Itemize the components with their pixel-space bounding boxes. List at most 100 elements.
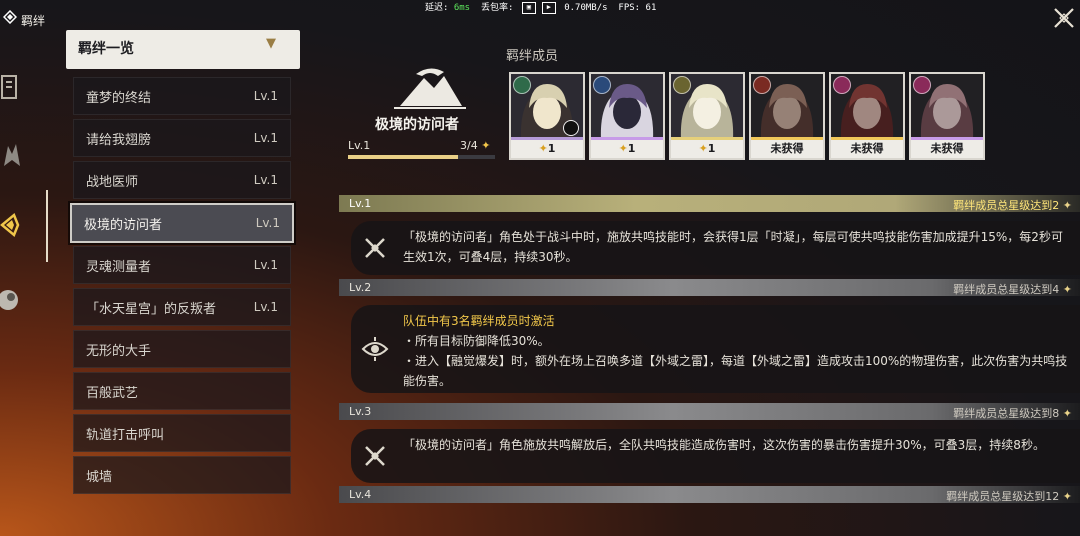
level-description: 「极境的访问者」角色施放共鸣解放后，全队共鸣技能造成伤害时，这次伤害的暴击伤害提… [351, 429, 1080, 483]
level-effect-text: 「极境的访问者」角色施放共鸣解放后，全队共鸣技能造成伤害时，这次伤害的暴击伤害提… [403, 438, 1045, 452]
member-card[interactable]: 未获得 [909, 72, 985, 160]
member-status-text: 1 [547, 142, 556, 155]
level-requirement: 羁绊成员总星级达到2 ✦ [953, 199, 1072, 212]
fps-value: 61 [645, 3, 657, 13]
bond-list-item-level: Lv.1 [253, 173, 278, 187]
star-icon: ✦ [481, 139, 491, 152]
bond-list-item[interactable]: 「水天星宫」的反叛者 Lv.1 [73, 288, 291, 326]
member-status: ✦1 [591, 140, 663, 158]
member-card[interactable]: ✦1 [509, 72, 585, 160]
star-icon: ✦ [1062, 199, 1072, 212]
creature-icon[interactable] [0, 140, 24, 170]
rail-active-indicator [46, 190, 48, 262]
close-x-icon[interactable] [1052, 6, 1076, 30]
level-section-2: Lv.2 羁绊成员总星级达到4 ✦ 队伍中有3名羁绊成员时激活 ・所有目标防御降低30… [339, 279, 1080, 393]
play-icon[interactable]: ▶ [541, 1, 556, 14]
member-card[interactable]: ✦1 [589, 72, 665, 160]
latency-value: 6ms [453, 3, 471, 13]
star-icon: ✦ [1062, 407, 1072, 420]
bond-list-item[interactable]: 战地医师 Lv.1 [73, 161, 291, 199]
ice-element-icon [593, 76, 611, 94]
bond-progress-text: 3/4 ✦ [460, 139, 491, 152]
bond-list-item-level: Lv.1 [253, 300, 278, 314]
bond-list: 童梦的终结 Lv.1 请给我翅膀 Lv.1 战地医师 Lv.1 极境的访问者 Lv.1 灵魂测量… [70, 77, 294, 498]
member-card[interactable]: ✦1 [669, 72, 745, 160]
member-status: ✦1 [671, 140, 743, 158]
bond-list-item-name: 请给我翅膀 [86, 132, 152, 148]
crossed-swords-icon [365, 238, 385, 258]
level-bar: Lv.4 羁绊成员总星级达到12 ✦ [339, 486, 1080, 503]
member-card[interactable]: 未获得 [749, 72, 825, 160]
light-element-icon [673, 76, 691, 94]
sphere-icon[interactable] [0, 285, 24, 315]
star-icon: ✦ [698, 142, 708, 155]
bond-list-item-name: 百般武艺 [86, 385, 139, 401]
bond-star-icon[interactable] [0, 210, 24, 240]
level-effect-text: ・所有目标防御降低30%。 [403, 334, 550, 348]
clock-icon [563, 120, 579, 136]
eye-sigil-icon [361, 337, 389, 361]
bond-progress-fill [348, 155, 459, 159]
bond-emblem-icon [394, 68, 466, 109]
bond-list-item[interactable]: 无形的大手 [73, 330, 291, 368]
bond-level: Lv.1 [348, 139, 371, 152]
level-bar: Lv.1 羁绊成员总星级达到2 ✦ [339, 195, 1080, 212]
bond-list-item[interactable]: 极境的访问者 Lv.1 [70, 203, 294, 243]
bond-name: 极境的访问者 [375, 117, 459, 133]
level-section-3: Lv.3 羁绊成员总星级达到8 ✦ 「极境的访问者」角色施放共鸣解放后，全队共鸣技能… [339, 403, 1080, 483]
bond-list-title: 羁绊一览 [78, 41, 134, 57]
level-label: Lv.3 [349, 405, 372, 418]
bond-list-item[interactable]: 灵魂测量者 Lv.1 [73, 246, 291, 284]
activation-condition: 队伍中有3名羁绊成员时激活 [403, 314, 555, 328]
bond-list-item[interactable]: 百般武艺 [73, 372, 291, 410]
bond-list-item-level: Lv.1 [253, 131, 278, 145]
book-icon[interactable] [0, 72, 24, 102]
level-label: Lv.1 [349, 197, 372, 210]
wind-element-icon [513, 76, 531, 94]
member-status-text: 1 [707, 142, 716, 155]
crossed-swords-icon [365, 446, 385, 466]
speed-value: 0.70MB/s [564, 3, 608, 13]
record-icon[interactable]: ▣ [521, 1, 536, 14]
level-effect-text: 「极境的访问者」角色处于战斗中时，施放共鸣技能时，会获得1层「时凝」，每层可使共… [403, 230, 1063, 264]
member-status-text: 1 [627, 142, 636, 155]
bond-list-item-name: 轨道打击呼叫 [86, 427, 165, 443]
loss-label: 丢包率: [480, 3, 514, 13]
member-status-text: 未获得 [770, 142, 804, 155]
bond-list-item[interactable]: 轨道打击呼叫 [73, 414, 291, 452]
star-icon: ✦ [1062, 490, 1072, 503]
bond-list-item-name: 城墙 [86, 469, 113, 485]
bond-list-item-level: Lv.1 [255, 216, 280, 230]
bond-list-item-name: 极境的访问者 [84, 217, 163, 233]
bond-list-item-level: Lv.1 [253, 89, 278, 103]
member-status: ✦1 [511, 140, 583, 158]
bond-list-item[interactable]: 请给我翅膀 Lv.1 [73, 119, 291, 157]
member-status: 未获得 [751, 140, 823, 158]
level-requirement: 羁绊成员总星级达到12 ✦ [946, 490, 1072, 503]
debug-stats: 延迟: 6ms 丢包率: ▣ ▶ 0.70MB/s FPS: 61 [425, 0, 656, 14]
level-description: 「极境的访问者」角色处于战斗中时，施放共鸣技能时，会获得1层「时凝」，每层可使共… [351, 221, 1080, 275]
level-section-4: Lv.4 羁绊成员总星级达到12 ✦ [339, 486, 1080, 503]
latency-label: 延迟: [425, 3, 449, 13]
chevron-down-icon: ▼ [266, 36, 276, 51]
member-status: 未获得 [831, 140, 903, 158]
level-requirement: 羁绊成员总星级达到4 ✦ [953, 283, 1072, 296]
bond-logo-icon [3, 10, 17, 24]
level-description: 队伍中有3名羁绊成员时激活 ・所有目标防御降低30%。 ・进入【融觉爆发】时，额外在… [351, 305, 1080, 393]
member-status-text: 未获得 [850, 142, 884, 155]
bond-list-item-name: 童梦的终结 [86, 90, 152, 106]
spiral-element-icon [913, 76, 931, 94]
bond-list-item[interactable]: 童梦的终结 Lv.1 [73, 77, 291, 115]
bond-list-item[interactable]: 城墙 [73, 456, 291, 494]
spiral-element-icon [833, 76, 851, 94]
member-card[interactable]: 未获得 [829, 72, 905, 160]
level-label: Lv.2 [349, 281, 372, 294]
bond-list-dropdown[interactable]: 羁绊一览 ▼ [66, 30, 300, 69]
bond-list-item-name: 「水天星宫」的反叛者 [86, 301, 217, 317]
bond-list-item-level: Lv.1 [253, 258, 278, 272]
star-icon: ✦ [1062, 283, 1072, 296]
level-bar: Lv.2 羁绊成员总星级达到4 ✦ [339, 279, 1080, 296]
level-label: Lv.4 [349, 488, 372, 501]
bond-progress-bar [348, 155, 495, 159]
level-section-1: Lv.1 羁绊成员总星级达到2 ✦ 「极境的访问者」角色处于战斗中时，施放共鸣技能时… [339, 195, 1080, 275]
